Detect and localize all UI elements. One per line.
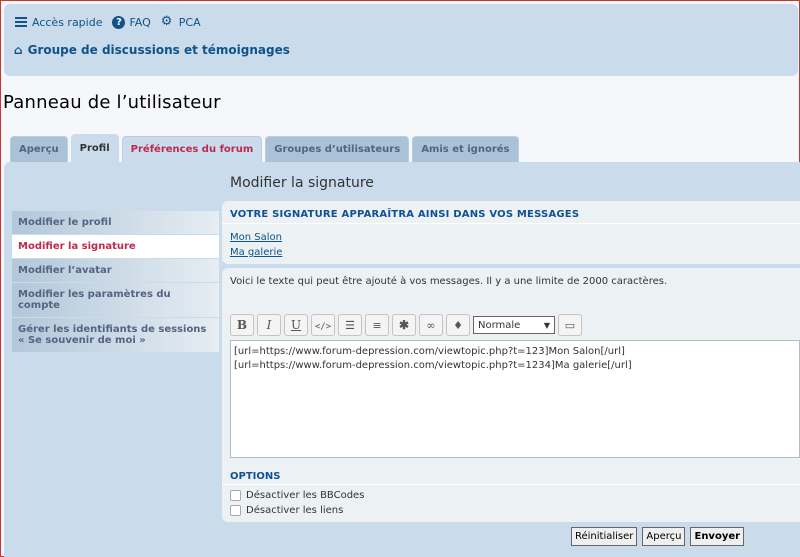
divider	[222, 484, 800, 485]
sidebar-item-edit-profile[interactable]: Modifier le profil	[12, 211, 219, 234]
options-heading: OPTIONS	[230, 471, 281, 482]
sidebar-item-account-settings[interactable]: Modifier les paramètres du compte	[12, 283, 219, 317]
preview-toggle-button[interactable]: ▭	[558, 314, 582, 336]
underline-button[interactable]: U	[284, 314, 308, 336]
acp-label: PCA	[178, 15, 201, 29]
sidebar-item-edit-signature[interactable]: Modifier la signature	[12, 235, 219, 258]
font-size-select[interactable]: Normale ▼	[473, 316, 555, 334]
monitor-icon: ▭	[564, 319, 576, 332]
faq-label: FAQ	[129, 15, 151, 29]
tab-overview[interactable]: Aperçu	[10, 136, 68, 162]
color-button[interactable]: ♦	[446, 314, 470, 336]
tab-forum-preferences[interactable]: Préférences du forum	[121, 136, 263, 162]
signature-editor-panel: Voici le texte qui peut être ajouté à vo…	[222, 268, 800, 522]
signature-textarea[interactable]: [url=https://www.forum-depression.com/vi…	[230, 340, 800, 458]
disable-bbcode-label: Désactiver les BBCodes	[246, 490, 365, 501]
italic-button[interactable]: I	[257, 314, 281, 336]
sidebar-nav: Modifier le profil Modifier la signature…	[12, 211, 219, 353]
quick-access-link[interactable]: Accès rapide	[14, 15, 102, 29]
asterisk-icon: ✱	[398, 318, 410, 332]
tab-friends-foes[interactable]: Amis et ignorés	[412, 136, 519, 162]
preview-heading: VOTRE SIGNATURE APPARAÎTRA AINSI DANS VO…	[230, 209, 580, 220]
list-item-button[interactable]: ✱	[392, 314, 416, 336]
code-button[interactable]: </>	[311, 314, 335, 336]
form-actions: Réinitialiser Aperçu Envoyer	[571, 527, 745, 546]
quicklinks-bar: Accès rapide ? FAQ ⚙ PCA	[14, 15, 201, 29]
preview-link-salon[interactable]: Mon Salon	[230, 232, 282, 243]
disable-links-label: Désactiver les liens	[246, 505, 344, 516]
font-size-value: Normale	[478, 319, 521, 331]
acp-link[interactable]: ⚙ PCA	[161, 15, 201, 29]
signature-preview-panel: VOTRE SIGNATURE APPARAÎTRA AINSI DANS VO…	[222, 201, 800, 264]
chevron-down-icon: ▼	[543, 320, 550, 330]
submit-button[interactable]: Envoyer	[690, 527, 745, 546]
code-icon: </>	[314, 322, 332, 332]
numbered-list-icon: ≡	[372, 319, 382, 332]
question-icon: ?	[112, 15, 126, 29]
option-disable-bbcode: Désactiver les BBCodes	[230, 490, 364, 501]
tab-profile[interactable]: Profil	[70, 134, 119, 162]
breadcrumb-label: Groupe de discussions et témoignages	[27, 43, 290, 57]
hamburger-icon	[14, 15, 28, 29]
sidebar-item-edit-avatar[interactable]: Modifier l’avatar	[12, 259, 219, 282]
tab-user-groups[interactable]: Groupes d’utilisateurs	[265, 136, 410, 162]
preview-button[interactable]: Aperçu	[642, 527, 686, 546]
disable-bbcode-checkbox[interactable]	[230, 490, 241, 501]
gear-icon: ⚙	[160, 14, 173, 29]
link-button[interactable]: ∞	[419, 314, 443, 336]
home-icon: ⌂	[14, 43, 23, 57]
option-disable-links: Désactiver les liens	[230, 505, 343, 516]
page-title: Panneau de l’utilisateur	[3, 92, 221, 113]
bullet-list-icon: ☰	[345, 319, 355, 332]
bbcode-toolbar: B I U </> ☰ ≡ ✱ ∞ ♦ Normale ▼ ▭	[230, 314, 582, 336]
droplet-icon: ♦	[453, 319, 463, 332]
disable-links-checkbox[interactable]	[230, 505, 241, 516]
faq-link[interactable]: ? FAQ	[112, 15, 151, 29]
divider	[222, 223, 800, 224]
list-button[interactable]: ☰	[338, 314, 362, 336]
sidebar-item-autologin-keys[interactable]: Gérer les identifiants de sessions « Se …	[12, 318, 219, 352]
preview-link-gallery[interactable]: Ma galerie	[230, 247, 282, 258]
section-title: Modifier la signature	[230, 175, 374, 191]
reset-button[interactable]: Réinitialiser	[571, 527, 638, 546]
quick-access-label: Accès rapide	[32, 15, 103, 29]
signature-hint: Voici le texte qui peut être ajouté à vo…	[230, 276, 668, 287]
numbered-list-button[interactable]: ≡	[365, 314, 389, 336]
ucp-tabs: Aperçu Profil Préférences du forum Group…	[10, 134, 519, 162]
link-icon: ∞	[426, 319, 436, 332]
site-header: Accès rapide ? FAQ ⚙ PCA ⌂ Groupe de dis…	[4, 4, 798, 76]
bold-button[interactable]: B	[230, 314, 254, 336]
breadcrumb[interactable]: ⌂ Groupe de discussions et témoignages	[14, 43, 290, 57]
